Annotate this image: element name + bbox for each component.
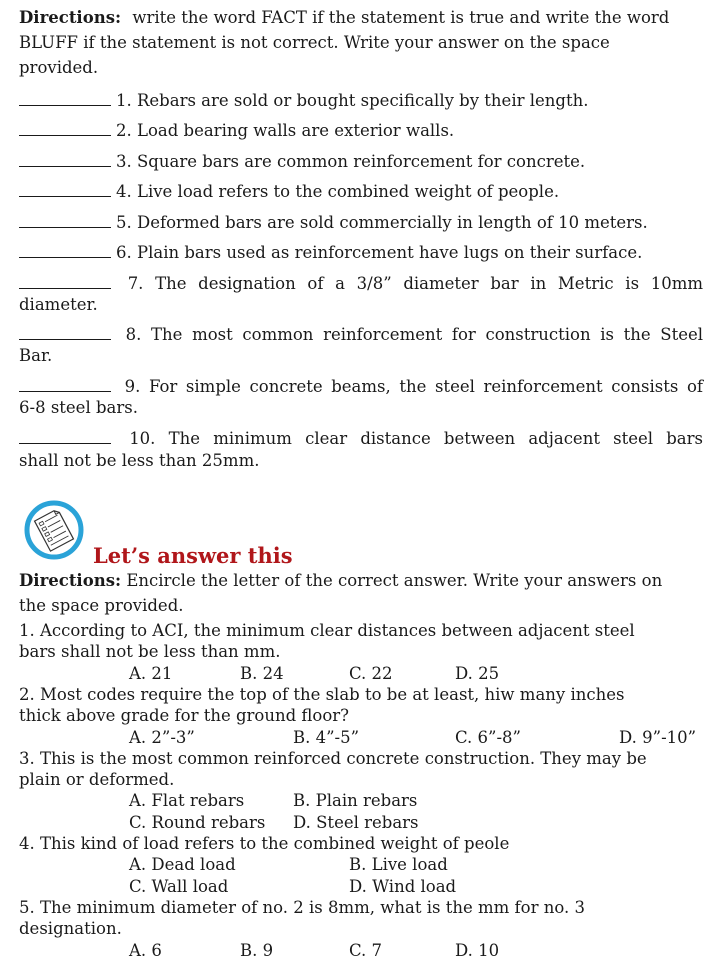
answer-blank[interactable] xyxy=(19,152,111,167)
item-continuation: Bar. xyxy=(19,346,53,365)
item-continuation: shall not be less than 25mm. xyxy=(19,451,260,470)
item-text: 6. Plain bars used as reinforcement have… xyxy=(116,243,643,262)
fact-bluff-item: 1. Rebars are sold or bought specificall… xyxy=(19,90,588,112)
item-text: 9. For simple concrete beams, the steel … xyxy=(124,377,703,396)
item-text: 5. Deformed bars are sold commercially i… xyxy=(116,213,648,232)
item-text: 4. Live load refers to the combined weig… xyxy=(116,182,560,201)
answer-option[interactable]: B. 9 xyxy=(240,940,273,962)
answer-option[interactable]: C. 22 xyxy=(349,663,393,685)
section2-directions-line-1: Directions: Encircle the letter of the c… xyxy=(19,570,662,592)
question-text: 4. This kind of load refers to the combi… xyxy=(19,834,510,853)
answer-option[interactable]: D. Steel rebars xyxy=(293,812,419,834)
question-text: designation. xyxy=(19,919,122,938)
fact-bluff-item: 9. For simple concrete beams, the steel … xyxy=(19,376,703,398)
question-text: 5. The minimum diameter of no. 2 is 8mm,… xyxy=(19,898,585,917)
question-text: bars shall not be less than mm. xyxy=(19,642,281,661)
answer-option[interactable]: A. 6 xyxy=(129,940,162,962)
section-heading: Let’s answer this xyxy=(93,543,293,568)
answer-option[interactable]: A. 21 xyxy=(129,663,172,685)
section2-directions-line-2: the space provided. xyxy=(19,596,184,615)
answer-option[interactable]: B. Plain rebars xyxy=(293,790,417,812)
item-text: 2. Load bearing walls are exterior walls… xyxy=(116,121,455,140)
answer-option[interactable]: D. 10 xyxy=(455,940,499,962)
fact-bluff-item: 5. Deformed bars are sold commercially i… xyxy=(19,212,648,234)
answer-option[interactable]: C. 6”-8” xyxy=(455,727,521,749)
answer-option[interactable]: B. Live load xyxy=(349,854,448,876)
answer-blank[interactable] xyxy=(19,91,111,106)
question-text: plain or deformed. xyxy=(19,770,175,789)
answer-blank[interactable] xyxy=(19,121,111,136)
part1-directions-line-1: Directions: write the word FACT if the s… xyxy=(19,7,669,29)
answer-option[interactable]: B. 4”-5” xyxy=(293,727,359,749)
fact-bluff-item: 7. The designation of a 3/8” diameter ba… xyxy=(19,273,703,295)
answer-blank[interactable] xyxy=(19,274,111,289)
part1-directions-text: write the word FACT if the statement is … xyxy=(132,8,670,27)
item-continuation: 6-8 steel bars. xyxy=(19,398,138,417)
fact-bluff-item: 8. The most common reinforcement for con… xyxy=(19,324,703,346)
question-text: 3. This is the most common reinforced co… xyxy=(19,749,647,768)
answer-option[interactable]: D. Wind load xyxy=(349,876,456,898)
answer-option[interactable]: A. Flat rebars xyxy=(129,790,244,812)
part1-directions-label: Directions: xyxy=(19,8,122,27)
fact-bluff-item: 3. Square bars are common reinforcement … xyxy=(19,151,585,173)
answer-blank[interactable] xyxy=(19,325,111,340)
item-text: 8. The most common reinforcement for con… xyxy=(125,325,704,344)
answer-option[interactable]: A. Dead load xyxy=(129,854,236,876)
answer-blank[interactable] xyxy=(19,243,111,258)
item-text: 1. Rebars are sold or bought specificall… xyxy=(116,91,589,110)
part1-directions-line-2: BLUFF if the statement is not correct. W… xyxy=(19,33,610,52)
answer-option[interactable]: D. 9”-10” xyxy=(619,727,696,749)
section2-directions-text: Encircle the letter of the correct answe… xyxy=(126,571,663,590)
answer-blank[interactable] xyxy=(19,182,111,197)
worksheet-icon xyxy=(23,499,85,561)
item-continuation: diameter. xyxy=(19,295,98,314)
item-text: 10. The minimum clear distance between a… xyxy=(129,429,703,448)
item-text: 7. The designation of a 3/8” diameter ba… xyxy=(127,274,703,293)
answer-option[interactable]: D. 25 xyxy=(455,663,499,685)
answer-blank[interactable] xyxy=(19,213,111,228)
item-text: 3. Square bars are common reinforcement … xyxy=(116,152,586,171)
fact-bluff-item: 10. The minimum clear distance between a… xyxy=(19,428,703,450)
worksheet-page: Directions: write the word FACT if the s… xyxy=(0,0,720,962)
answer-option[interactable]: C. Round rebars xyxy=(129,812,265,834)
answer-option[interactable]: A. 2”-3” xyxy=(129,727,195,749)
fact-bluff-item: 6. Plain bars used as reinforcement have… xyxy=(19,242,642,264)
section2-directions-label: Directions: xyxy=(19,571,122,590)
fact-bluff-item: 2. Load bearing walls are exterior walls… xyxy=(19,120,454,142)
answer-blank[interactable] xyxy=(19,377,111,392)
question-text: 2. Most codes require the top of the sla… xyxy=(19,685,625,704)
answer-option[interactable]: C. 7 xyxy=(349,940,382,962)
question-text: thick above grade for the ground floor? xyxy=(19,706,350,725)
answer-option[interactable]: C. Wall load xyxy=(129,876,228,898)
answer-option[interactable]: B. 24 xyxy=(240,663,284,685)
part1-directions-line-3: provided. xyxy=(19,58,99,77)
answer-blank[interactable] xyxy=(19,429,111,444)
fact-bluff-item: 4. Live load refers to the combined weig… xyxy=(19,181,559,203)
question-text: 1. According to ACI, the minimum clear d… xyxy=(19,621,635,640)
